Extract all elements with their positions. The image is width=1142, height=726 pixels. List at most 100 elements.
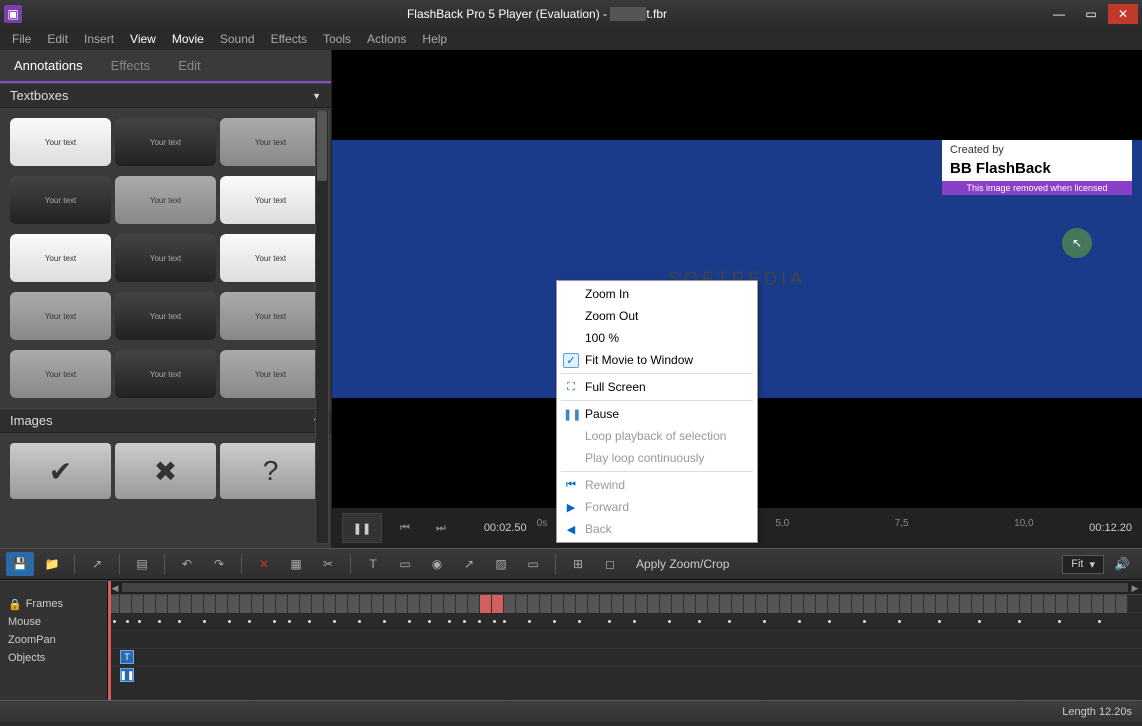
track-zoompan-label[interactable]: ZoomPan xyxy=(0,631,107,649)
track-mouse-label[interactable]: Mouse xyxy=(0,613,107,631)
pause-icon: ❚❚ xyxy=(563,408,579,421)
delete-button[interactable]: ✕ xyxy=(250,552,278,576)
object-pause-icon[interactable]: ❚❚ xyxy=(120,668,134,682)
image-cross[interactable]: ✖ xyxy=(115,443,216,499)
textbox-style[interactable]: Your text xyxy=(220,176,321,224)
ctx-zoom-out[interactable]: Zoom Out xyxy=(557,305,757,327)
section-images-label: Images xyxy=(10,413,53,428)
object-text-icon[interactable]: T xyxy=(120,650,134,664)
textbox-style[interactable]: Your text xyxy=(10,118,111,166)
textbox-style[interactable]: Your text xyxy=(115,292,216,340)
image-check[interactable]: ✔ xyxy=(10,443,111,499)
zoompan-track[interactable] xyxy=(108,631,1142,649)
textbox-style[interactable]: Your text xyxy=(115,234,216,282)
crop-button[interactable]: ▦ xyxy=(282,552,310,576)
next-frame-button[interactable]: ⏭ xyxy=(428,518,454,539)
ctx-pause[interactable]: ❚❚Pause xyxy=(557,403,757,425)
check-icon: ✓ xyxy=(563,353,579,368)
prev-frame-button[interactable]: ⏮ xyxy=(392,518,418,539)
timeline-playhead[interactable] xyxy=(108,581,111,700)
menu-view[interactable]: View xyxy=(124,30,162,48)
section-images[interactable]: Images ▼ xyxy=(0,408,331,433)
highlight-button[interactable]: ◉ xyxy=(423,552,451,576)
tab-edit[interactable]: Edit xyxy=(164,50,214,81)
text-button[interactable]: T xyxy=(359,552,387,576)
separator xyxy=(561,373,753,374)
zoom-button[interactable]: ⊞ xyxy=(564,552,592,576)
textbox-style[interactable]: Your text xyxy=(220,292,321,340)
objects-track[interactable]: T ❚❚ xyxy=(108,649,1142,667)
save-button[interactable]: 💾 xyxy=(6,552,34,576)
apply-zoom-label[interactable]: Apply Zoom/Crop xyxy=(628,557,737,571)
horizontal-scrollbar[interactable]: ◀ ▶ xyxy=(108,581,1142,595)
textbox-style[interactable]: Your text xyxy=(10,176,111,224)
textbox-style[interactable]: Your text xyxy=(220,350,321,398)
scroll-right-icon[interactable]: ▶ xyxy=(1128,581,1142,595)
title-text: FlashBack Pro 5 Player (Evaluation) - xyxy=(407,7,610,21)
sidebar-scrollbar[interactable] xyxy=(315,110,329,544)
ctx-loop-selection: Loop playback of selection xyxy=(557,425,757,447)
textbox-style[interactable]: Your text xyxy=(115,176,216,224)
tab-effects[interactable]: Effects xyxy=(97,50,165,81)
section-textboxes[interactable]: Textboxes ▼ xyxy=(0,83,331,108)
chevron-down-icon: ▾ xyxy=(1089,558,1095,571)
ctx-fit-window[interactable]: ✓Fit Movie to Window xyxy=(557,349,757,371)
textbox-style[interactable]: Your text xyxy=(10,292,111,340)
share-button[interactable]: ↗ xyxy=(83,552,111,576)
watermark-created-by: Created by xyxy=(942,140,1132,160)
image-button[interactable]: ▭ xyxy=(391,552,419,576)
textbox-style[interactable]: Your text xyxy=(10,234,111,282)
volume-button[interactable]: 🔊 xyxy=(1108,552,1136,576)
menu-insert[interactable]: Insert xyxy=(78,30,120,48)
menu-edit[interactable]: Edit xyxy=(41,30,74,48)
frames-track[interactable] xyxy=(108,595,1142,613)
menu-help[interactable]: Help xyxy=(416,30,453,48)
arrow-button[interactable]: ↗ xyxy=(455,552,483,576)
textbox-style[interactable]: Your text xyxy=(10,350,111,398)
separator xyxy=(561,400,753,401)
blur-button[interactable]: ▨ xyxy=(487,552,515,576)
menu-file[interactable]: File xyxy=(6,30,37,48)
back-icon: ◀ xyxy=(563,523,579,536)
ctx-loop-continuous: Play loop continuously xyxy=(557,447,757,469)
textbox-thumbs: Your text Your text Your text Your text … xyxy=(0,108,331,408)
minimize-button[interactable]: — xyxy=(1044,4,1074,24)
timeline-tracks[interactable]: ◀ ▶ T ❚❚ xyxy=(108,581,1142,700)
close-button[interactable]: ✕ xyxy=(1108,4,1138,24)
menu-effects[interactable]: Effects xyxy=(265,30,313,48)
app-icon: ▣ xyxy=(4,5,22,23)
export-button[interactable]: ▤ xyxy=(128,552,156,576)
textbox-style[interactable]: Your text xyxy=(220,118,321,166)
ctx-fullscreen[interactable]: ⛶Full Screen xyxy=(557,376,757,398)
textbox-style[interactable]: Your text xyxy=(220,234,321,282)
button-annotation[interactable]: ▭ xyxy=(519,552,547,576)
watermark-brand: BB FlashBack xyxy=(942,160,1132,181)
textbox-style[interactable]: Your text xyxy=(115,118,216,166)
rewind-icon: ⏮ xyxy=(563,479,579,492)
crop-tool[interactable]: ◻ xyxy=(596,552,624,576)
redo-button[interactable]: ↷ xyxy=(205,552,233,576)
mouse-track[interactable] xyxy=(108,613,1142,631)
ctx-zoom-in[interactable]: Zoom In xyxy=(557,283,757,305)
editor-toolbar: 💾 📁 ↗ ▤ ↶ ↷ ✕ ▦ ✂ T ▭ ◉ ↗ ▨ ▭ ⊞ ◻ Apply … xyxy=(0,548,1142,580)
textbox-style[interactable]: Your text xyxy=(115,350,216,398)
menu-actions[interactable]: Actions xyxy=(361,30,412,48)
fit-dropdown[interactable]: Fit▾ xyxy=(1062,555,1104,574)
title-bar: ▣ FlashBack Pro 5 Player (Evaluation) - … xyxy=(0,0,1142,28)
watermark-strip: This image removed when licensed xyxy=(942,181,1132,195)
pause-button[interactable]: ❚❚ xyxy=(342,513,382,543)
image-question[interactable]: ? xyxy=(220,443,321,499)
menu-movie[interactable]: Movie xyxy=(166,30,210,48)
trim-button[interactable]: ✂ xyxy=(314,552,342,576)
menu-tools[interactable]: Tools xyxy=(317,30,357,48)
tab-annotations[interactable]: Annotations xyxy=(0,50,97,83)
track-frames-label[interactable]: 🔒Frames xyxy=(0,595,107,613)
open-button[interactable]: 📁 xyxy=(38,552,66,576)
chevron-down-icon: ▼ xyxy=(312,91,321,101)
track-objects-label[interactable]: Objects xyxy=(0,649,107,667)
track-labels: 🔒Frames Mouse ZoomPan Objects xyxy=(0,581,108,700)
undo-button[interactable]: ↶ xyxy=(173,552,201,576)
ctx-100-percent[interactable]: 100 % xyxy=(557,327,757,349)
menu-sound[interactable]: Sound xyxy=(214,30,261,48)
maximize-button[interactable]: ▭ xyxy=(1076,4,1106,24)
